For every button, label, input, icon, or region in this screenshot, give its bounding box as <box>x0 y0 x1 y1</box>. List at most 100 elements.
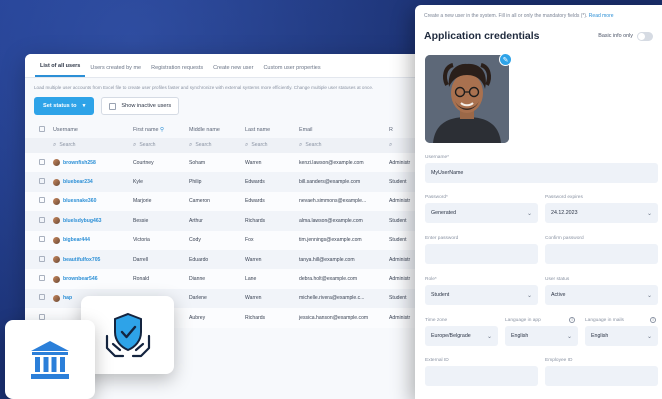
column-last-name[interactable]: Last name <box>241 122 295 138</box>
chevron-down-icon: ⌄ <box>486 333 492 340</box>
user-status-label: User status <box>545 277 570 282</box>
middle-name-cell: Soham <box>185 153 241 173</box>
set-status-button[interactable]: Set status to ▾ <box>34 97 95 115</box>
credentials-note-text: Create a new user in the system. Fill in… <box>424 13 588 19</box>
avatar <box>53 294 60 302</box>
avatar[interactable] <box>425 55 509 143</box>
language-app-select[interactable]: English ⌄ <box>505 326 578 346</box>
set-status-label: Set status to <box>43 103 77 109</box>
email-cell: jessica.hanson@example.com <box>295 308 385 328</box>
username-cell[interactable]: brownfish258 <box>49 153 129 173</box>
column-username[interactable]: Username <box>49 122 129 138</box>
username-link[interactable]: bluebear234 <box>53 178 125 186</box>
table-row[interactable]: brownfish258 Courtney Soham Warren kenzi.law… <box>25 153 425 173</box>
table-row[interactable]: bigbear444 Victoria Cody Fox tim.jennings@ex… <box>25 230 425 250</box>
search-icon: ⌕ <box>53 142 57 148</box>
password-select[interactable]: Generated ⌄ <box>425 203 538 223</box>
user-status-value: Active <box>551 292 566 298</box>
select-all-checkbox[interactable] <box>39 126 45 132</box>
username-value: MyUserName <box>431 170 464 176</box>
username-cell[interactable]: brownbear546 <box>49 269 129 289</box>
show-inactive-button[interactable]: Show inactive users <box>101 97 180 115</box>
row-select-cell <box>25 230 49 250</box>
external-id-input[interactable] <box>425 366 538 386</box>
username-link[interactable]: beautifulfox705 <box>53 256 125 264</box>
confirm-password-label: Confirm password <box>545 236 584 241</box>
language-mails-select[interactable]: English ⌄ <box>585 326 658 346</box>
last-name-cell: Edwards <box>241 191 295 212</box>
bank-icon <box>31 340 69 379</box>
row-select-cell <box>25 191 49 212</box>
username-cell[interactable]: bluesnake360 <box>49 191 129 212</box>
row-select-cell <box>25 269 49 289</box>
row-checkbox[interactable] <box>39 294 45 301</box>
row-select-cell <box>25 249 49 270</box>
last-name-cell: Fox <box>241 230 295 250</box>
read-more-link[interactable]: Read more <box>589 13 614 19</box>
tab-registration-requests[interactable]: Registration requests <box>146 65 208 77</box>
tab-create-new-user[interactable]: Create new user <box>208 65 258 77</box>
username-cell[interactable]: bluelsdybug463 <box>49 211 129 231</box>
username-cell[interactable]: bigbear444 <box>49 230 129 250</box>
username-link[interactable]: bluelsdybug463 <box>53 217 125 225</box>
row-checkbox[interactable] <box>39 197 45 204</box>
username-link[interactable]: brownfish258 <box>53 159 125 167</box>
info-icon[interactable]: i <box>650 317 656 323</box>
timezone-select[interactable]: Europe/Belgrade ⌄ <box>425 326 498 346</box>
credentials-card: Create a new user in the system. Fill in… <box>415 5 662 399</box>
search-first-name[interactable]: ⌕ Search <box>129 138 185 153</box>
search-email[interactable]: ⌕ Search <box>295 138 385 153</box>
chevron-down-icon: ⌄ <box>646 210 652 217</box>
basic-info-toggle[interactable] <box>637 31 653 41</box>
email-cell: nevaeh.simmons@example... <box>295 191 385 212</box>
row-checkbox[interactable] <box>39 216 45 223</box>
row-checkbox[interactable] <box>39 236 45 243</box>
first-name-cell: Bessie <box>129 211 185 231</box>
intro-text: Load multiple user accounts from Excel f… <box>34 85 374 90</box>
info-icon[interactable]: i <box>569 317 575 323</box>
row-checkbox[interactable] <box>39 178 45 185</box>
user-status-select[interactable]: Active ⌄ <box>545 285 658 305</box>
column-middle-name[interactable]: Middle name <box>185 122 241 138</box>
tab-users-created-by-me[interactable]: Users created by me <box>85 65 146 77</box>
filter-icon[interactable]: ⚲ <box>160 127 164 133</box>
chevron-down-icon: ⌄ <box>526 292 532 299</box>
employee-id-input[interactable] <box>545 366 658 386</box>
search-last-name[interactable]: ⌕ Search <box>241 138 295 153</box>
confirm-password-input[interactable] <box>545 244 658 264</box>
username-cell[interactable]: beautifulfox705 <box>49 249 129 270</box>
username-link[interactable]: bluesnake360 <box>53 197 125 205</box>
email-cell: tim.jennings@example.com <box>295 230 385 250</box>
row-checkbox[interactable] <box>39 255 45 262</box>
column-first-name[interactable]: First name ⚲ <box>129 122 185 138</box>
username-link[interactable]: brownbear546 <box>53 275 125 283</box>
row-checkbox[interactable] <box>39 313 45 320</box>
edit-photo-button[interactable]: ✎ <box>499 53 512 66</box>
username-link[interactable]: bigbear444 <box>53 236 125 244</box>
username-text: bigbear444 <box>63 237 90 244</box>
username-cell[interactable]: bluebear234 <box>49 172 129 192</box>
column-email[interactable]: Email <box>295 122 385 138</box>
row-checkbox[interactable] <box>39 275 45 282</box>
table-row[interactable]: brownbear546 Ronald Dianne Lane debra.holt@e… <box>25 269 425 289</box>
last-name-cell: Warren <box>241 249 295 270</box>
table-row[interactable]: bluebear234 Kyle Philip Edwards bill.sanders… <box>25 172 425 192</box>
tab-all-users[interactable]: List of all users <box>35 63 86 77</box>
first-name-cell: Kyle <box>129 172 185 192</box>
username-text: bluebear234 <box>63 179 93 186</box>
language-app-label: Language in app <box>505 318 541 323</box>
table-row[interactable]: bluelsdybug463 Bessie Arthur Richards alma.l… <box>25 211 425 231</box>
language-mails-label: Language in mails <box>585 318 624 323</box>
enter-password-input[interactable] <box>425 244 538 264</box>
row-checkbox[interactable] <box>39 158 45 165</box>
role-value: Student <box>431 292 450 298</box>
password-expires-select[interactable]: 24.12.2023 ⌄ <box>545 203 658 223</box>
username-field[interactable]: MyUserName <box>425 163 658 183</box>
table-row[interactable]: bluesnake360 Marjorie Cameron Edwards nevaeh… <box>25 191 425 212</box>
bank-badge-card <box>5 320 95 399</box>
tab-custom-user-properties[interactable]: Custom user properties <box>258 65 325 77</box>
search-username[interactable]: ⌕ Search <box>49 138 129 153</box>
table-row[interactable]: beautifulfox705 Darrell Eduardo Warren tanya… <box>25 249 425 270</box>
role-select[interactable]: Student ⌄ <box>425 285 538 305</box>
search-middle-name[interactable]: ⌕ Search <box>185 138 241 153</box>
